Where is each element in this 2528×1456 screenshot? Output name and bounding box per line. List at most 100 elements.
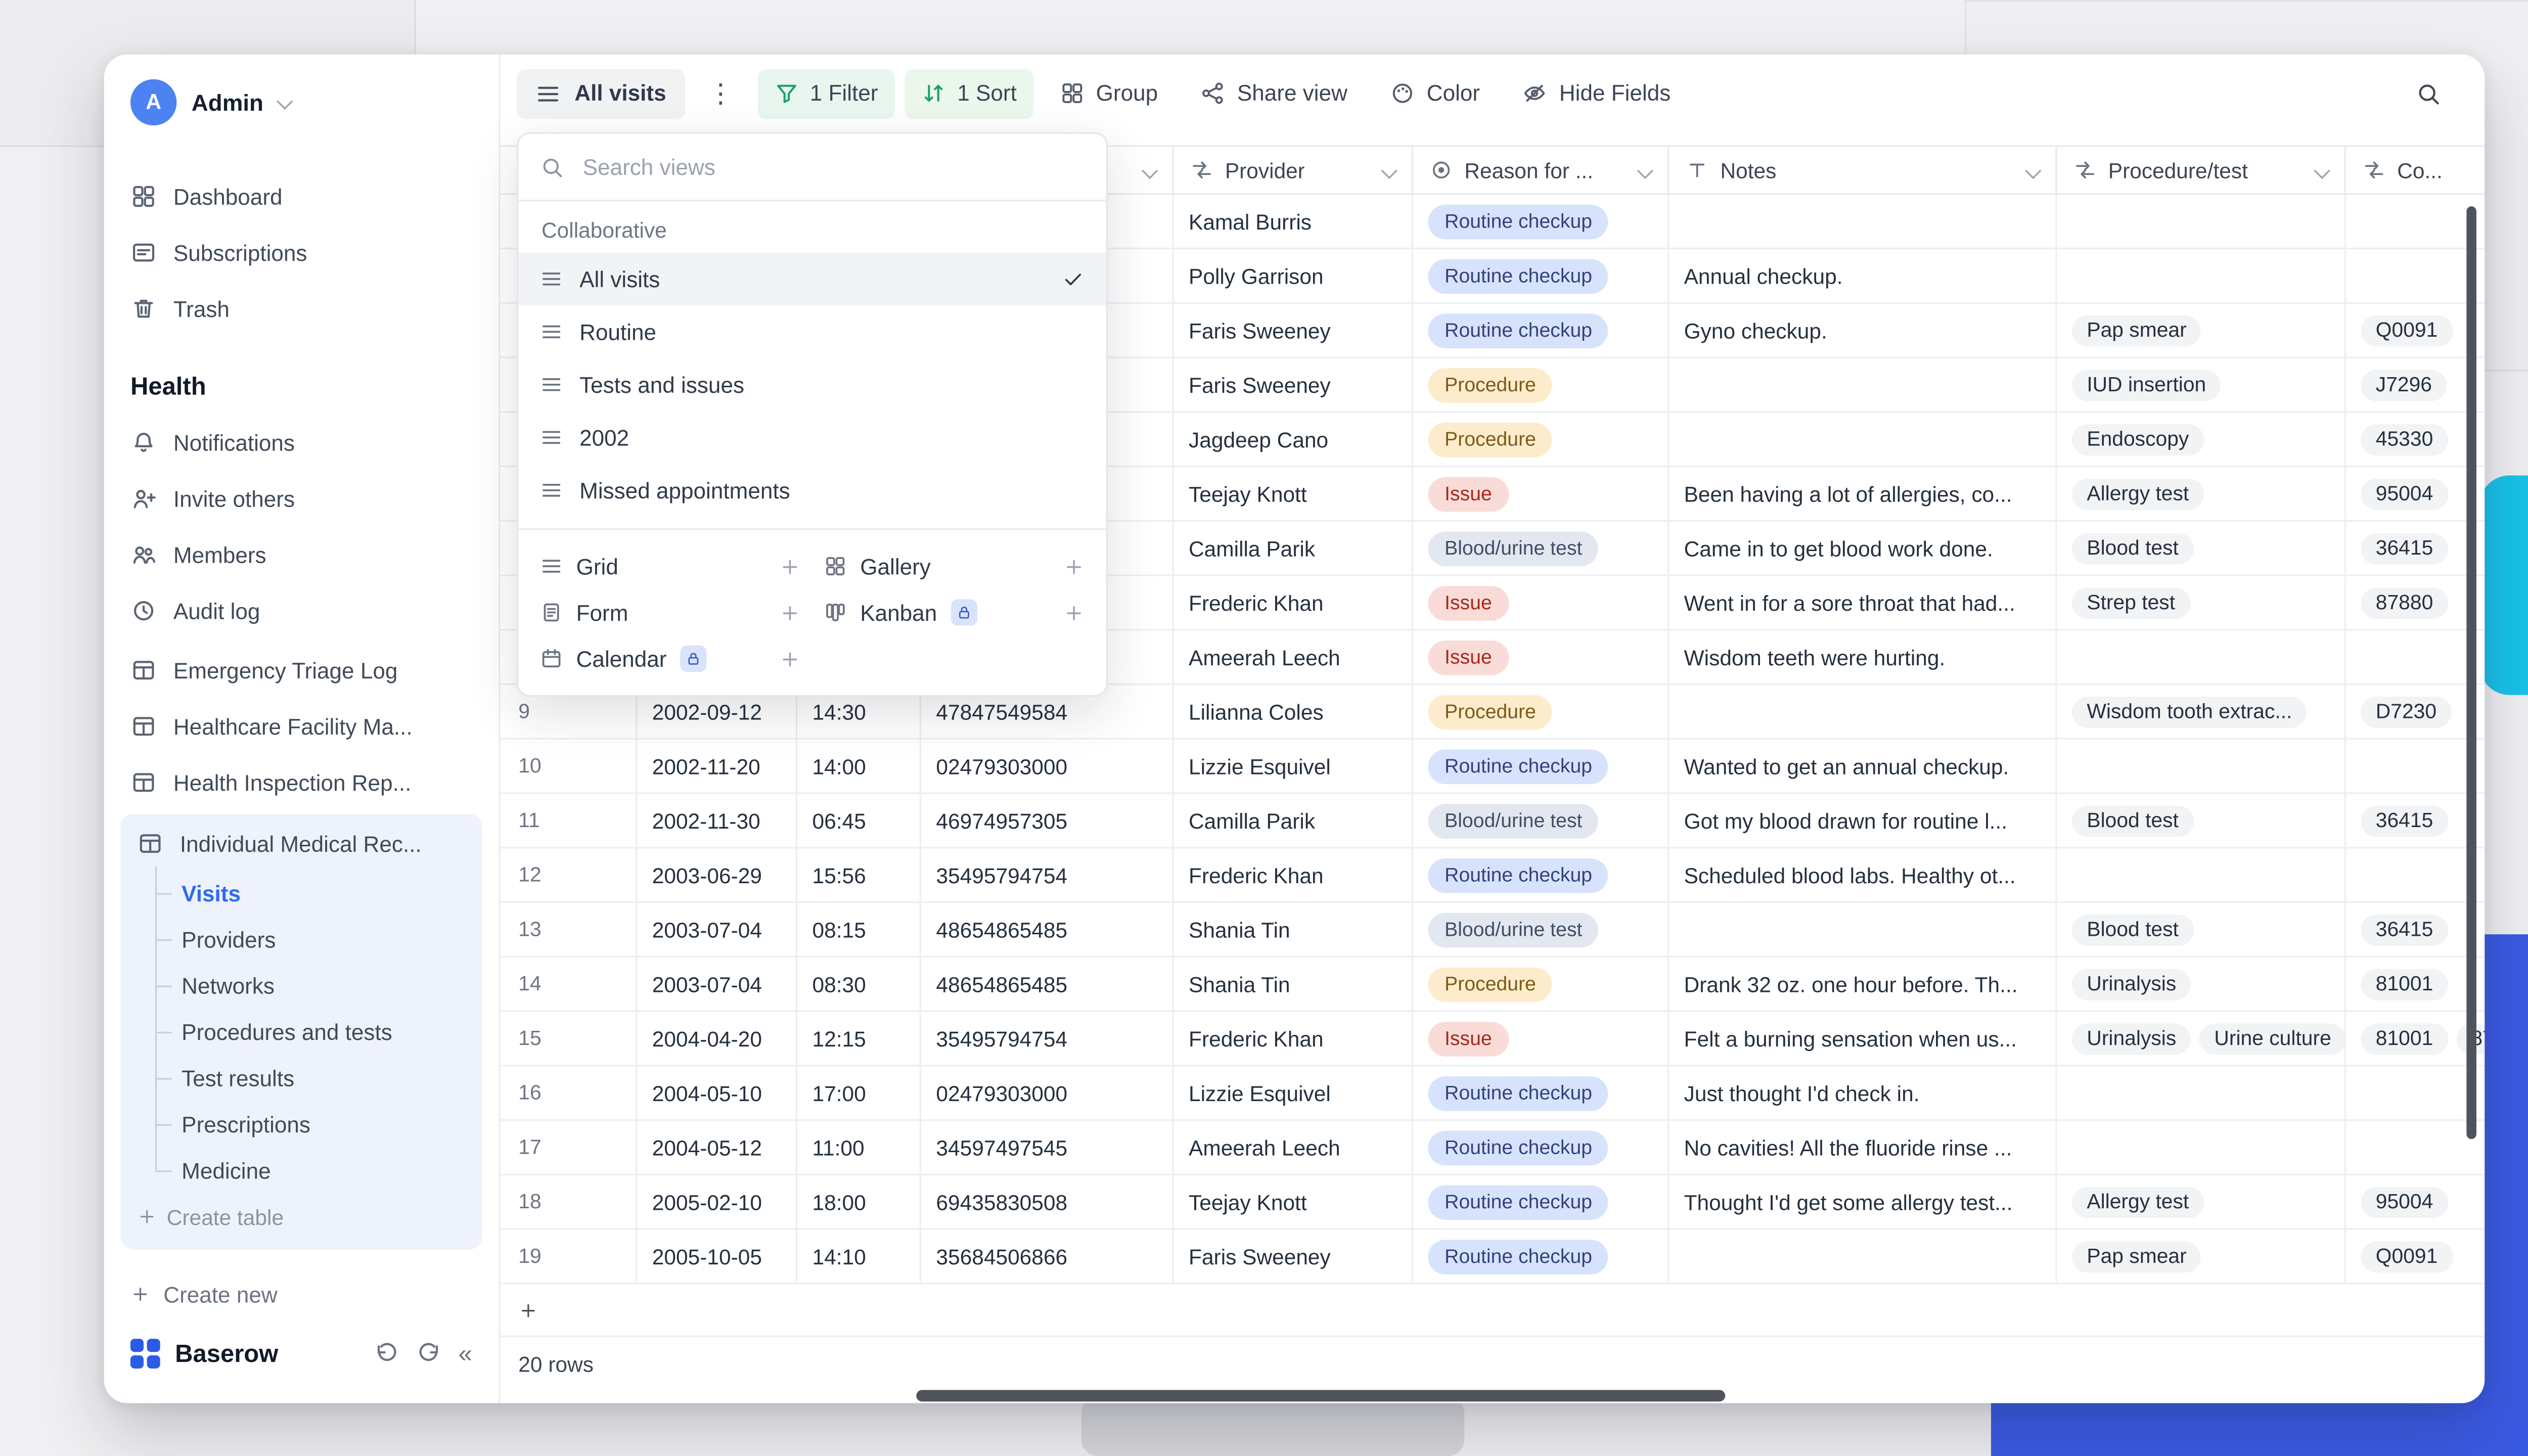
cell-procedures[interactable]: IUD insertion [2057,358,2346,411]
redo-icon[interactable] [416,1341,442,1368]
cell-provider[interactable]: Camilla Parik [1174,522,1413,574]
cell-time[interactable]: 06:45 [797,794,921,847]
table-item-prescriptions[interactable]: Prescriptions [155,1102,475,1148]
cell-procedures[interactable]: Strep test [2057,576,2346,629]
table-row[interactable]: 112002-11-3006:4546974957305Camilla Pari… [500,794,2485,849]
cell-codes[interactable]: D7230 [2346,685,2485,738]
view-selector-button[interactable]: All visits [517,69,685,118]
cell-date[interactable]: 2003-07-04 [637,958,797,1010]
create-new-button[interactable]: Create new [120,1267,482,1322]
cell-codes[interactable]: 95004 [2346,467,2485,520]
sidebar-item-emergency-triage-log[interactable]: Emergency Triage Log [120,643,482,699]
cell-provider[interactable]: Teejay Knott [1174,1175,1413,1228]
column-header-notes[interactable]: Notes [1669,147,2057,193]
view-options-kebab[interactable]: ⋮ [694,77,747,110]
sidebar-item-health-inspection-rep[interactable]: Health Inspection Rep... [120,755,482,811]
cell-procedures[interactable]: UrinalysisUrine culture [2057,1012,2346,1065]
cell-codes[interactable] [2346,630,2485,683]
cell-time[interactable]: 15:56 [797,848,921,901]
cell-reason[interactable]: Routine checkup [1413,1121,1669,1173]
cell-phone[interactable]: 35495794754 [921,1012,1174,1065]
group-button[interactable]: Group [1043,69,1175,118]
cell-reason[interactable]: Routine checkup [1413,848,1669,901]
cell-procedures[interactable]: Allergy test [2057,1175,2346,1228]
sidebar-item-subscriptions[interactable]: Subscriptions [120,225,482,281]
cell-notes[interactable]: Wisdom teeth were hurting. [1669,630,2057,683]
cell-procedures[interactable] [2057,1066,2346,1119]
cell-phone[interactable]: 69435830508 [921,1175,1174,1228]
filter-button[interactable]: 1 Filter [757,69,894,118]
cell-date[interactable]: 2003-06-29 [637,848,797,901]
view-item-routine[interactable]: Routine [518,305,1106,358]
table-item-medicine[interactable]: Medicine [155,1148,475,1194]
sidebar-item-healthcare-facility-ma[interactable]: Healthcare Facility Ma... [120,699,482,755]
collapse-sidebar-icon[interactable]: « [459,1342,472,1367]
cell-notes[interactable]: Came in to get blood work done. [1669,522,2057,574]
cell-reason[interactable]: Issue [1413,467,1669,520]
cell-reason[interactable]: Procedure [1413,358,1669,411]
sidebar-item-audit-log[interactable]: Audit log [120,583,482,640]
cell-provider[interactable]: Teejay Knott [1174,467,1413,520]
cell-reason[interactable]: Routine checkup [1413,195,1669,247]
cell-notes[interactable]: Gyno checkup. [1669,304,2057,356]
cell-codes[interactable]: 81001 [2346,958,2485,1010]
cell-phone[interactable]: 34597497545 [921,1121,1174,1173]
table-row[interactable]: 182005-02-1018:0069435830508Teejay Knott… [500,1175,2485,1230]
cell-date[interactable]: 2003-07-04 [637,903,797,956]
cell-notes[interactable]: Annual checkup. [1669,249,2057,302]
cell-provider[interactable]: Ameerah Leech [1174,630,1413,683]
cell-procedures[interactable]: Blood test [2057,903,2346,956]
cell-phone[interactable]: 35684506866 [921,1230,1174,1283]
cell-reason[interactable]: Blood/urine test [1413,522,1669,574]
sidebar-item-notifications[interactable]: Notifications [120,415,482,471]
cell-codes[interactable]: 36415 [2346,903,2485,956]
create-table-button[interactable]: Create table [127,1194,475,1240]
cell-phone[interactable]: 35495794754 [921,848,1174,901]
cell-reason[interactable]: Procedure [1413,685,1669,738]
table-row[interactable]: 192005-10-0514:1035684506866Faris Sweene… [500,1230,2485,1285]
cell-provider[interactable]: Polly Garrison [1174,249,1413,302]
sidebar-item-dashboard[interactable]: Dashboard [120,169,482,225]
cell-codes[interactable] [2346,1066,2485,1119]
sidebar-item-invite-others[interactable]: Invite others [120,471,482,527]
cell-codes[interactable] [2346,740,2485,792]
view-item-missed-appointments[interactable]: Missed appointments [518,464,1106,517]
column-header-reason-for[interactable]: Reason for ... [1413,147,1669,193]
cell-reason[interactable]: Routine checkup [1413,1066,1669,1119]
cell-notes[interactable]: Wanted to get an annual checkup. [1669,740,2057,792]
sidebar-item-individual-medical-rec[interactable]: Individual Medical Rec... [127,818,475,871]
table-item-procedures-and-tests[interactable]: Procedures and tests [155,1009,475,1055]
table-item-test-results[interactable]: Test results [155,1056,475,1102]
cell-phone[interactable]: 46974957305 [921,794,1174,847]
cell-codes[interactable] [2346,1121,2485,1173]
table-item-providers[interactable]: Providers [155,917,475,963]
cell-codes[interactable] [2346,195,2485,247]
create-view-gallery[interactable]: Gallery [824,543,1085,589]
cell-reason[interactable]: Routine checkup [1413,1230,1669,1283]
cell-provider[interactable]: Ameerah Leech [1174,1121,1413,1173]
cell-procedures[interactable] [2057,195,2346,247]
sort-button[interactable]: 1 Sort [905,69,1033,118]
table-row[interactable]: 132003-07-0408:1548654865485Shania TinBl… [500,903,2485,958]
cell-notes[interactable]: Scheduled blood labs. Healthy ot... [1669,848,2057,901]
search-icon[interactable] [2415,80,2461,106]
table-row[interactable]: 102002-11-2014:0002479303000Lizzie Esqui… [500,740,2485,794]
cell-date[interactable]: 2005-02-10 [637,1175,797,1228]
view-item-2002[interactable]: 2002 [518,411,1106,464]
cell-reason[interactable]: Routine checkup [1413,740,1669,792]
cell-notes[interactable] [1669,1230,2057,1283]
cell-time[interactable]: 12:15 [797,1012,921,1065]
cell-procedures[interactable]: Blood test [2057,522,2346,574]
cell-codes[interactable]: Q0091 [2346,1230,2485,1283]
cell-notes[interactable]: Thought I'd get some allergy test... [1669,1175,2057,1228]
color-button[interactable]: Color [1374,69,1497,118]
cell-codes[interactable] [2346,848,2485,901]
vertical-scrollbar[interactable] [2466,206,2476,1139]
column-header-procedure-test[interactable]: Procedure/test [2057,147,2346,193]
cell-time[interactable]: 08:30 [797,958,921,1010]
cell-phone[interactable]: 48654865485 [921,903,1174,956]
cell-procedures[interactable]: Endoscopy [2057,413,2346,465]
views-search-input[interactable] [579,153,1085,181]
cell-time[interactable]: 14:00 [797,740,921,792]
cell-reason[interactable]: Routine checkup [1413,249,1669,302]
